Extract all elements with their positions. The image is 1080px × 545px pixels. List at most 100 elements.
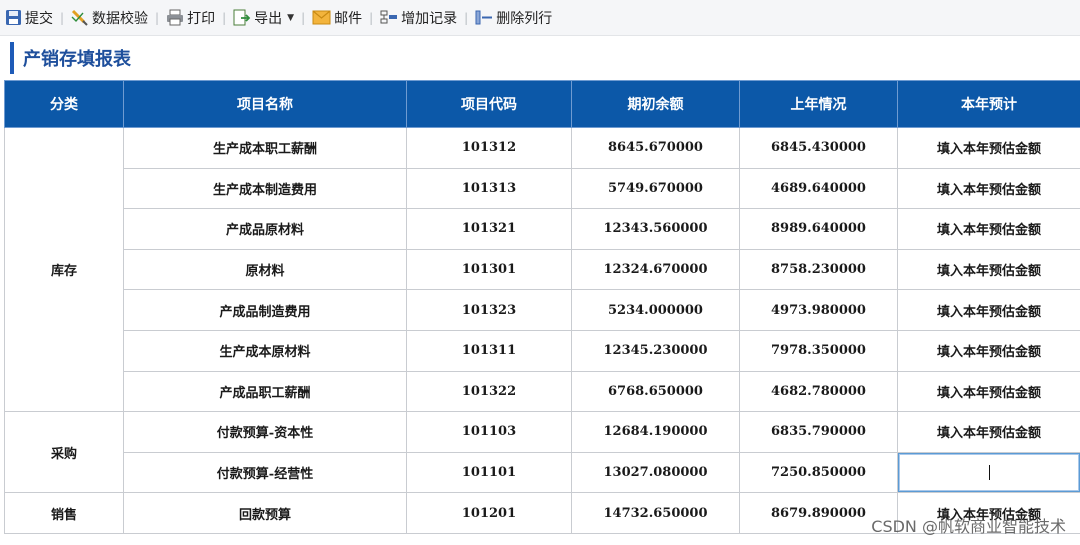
item-code-cell: 101201 <box>406 492 572 534</box>
item-name-cell: 付款预算-经营性 <box>123 451 407 494</box>
estimate-input[interactable]: 填入本年预估金额 <box>897 248 1080 291</box>
validate-button[interactable]: 数据校验 <box>68 5 151 31</box>
item-code-cell: 101103 <box>406 411 572 453</box>
mail-label: 邮件 <box>334 10 363 27</box>
item-code-cell: 101101 <box>406 451 572 494</box>
category-cell: 采购 <box>4 411 124 494</box>
estimate-placeholder: 填入本年预估金额 <box>936 264 1041 280</box>
divider: | <box>155 10 160 25</box>
opening-balance-cell: 5749.670000 <box>571 167 740 210</box>
table-header-row: 分类 项目名称 项目代码 期初余额 上年情况 本年预计 <box>4 80 1080 128</box>
category-cell: 库存 <box>4 126 124 413</box>
header-last-year: 上年情况 <box>739 80 898 128</box>
header-item-code: 项目代码 <box>406 80 572 128</box>
header-opening-balance: 期初余额 <box>571 80 740 128</box>
estimate-input[interactable]: 填入本年预估金额 <box>897 167 1080 210</box>
last-year-cell: 8758.230000 <box>739 248 898 291</box>
item-name-cell: 生产成本职工薪酬 <box>123 127 407 169</box>
opening-balance-cell: 12343.560000 <box>571 208 740 250</box>
estimate-placeholder: 填入本年预估金额 <box>936 345 1041 361</box>
last-year-cell: 4689.640000 <box>739 167 898 210</box>
last-year-cell: 4973.980000 <box>739 289 898 331</box>
last-year-cell: 8989.640000 <box>739 208 898 250</box>
table-row: 产成品职工薪酬 101322 6768.650000 4682.780000 填… <box>5 370 1080 413</box>
estimate-input[interactable]: 填入本年预估金额 <box>897 127 1080 169</box>
chevron-down-icon: ▼ <box>287 12 295 23</box>
mail-icon <box>312 10 331 25</box>
divider: | <box>222 10 227 25</box>
estimate-placeholder: 填入本年预估金额 <box>936 142 1041 158</box>
item-name-cell: 产成品原材料 <box>123 208 407 250</box>
add-record-label: 增加记录 <box>401 10 458 27</box>
export-dropdown[interactable]: 导出 ▼ <box>230 5 297 31</box>
opening-balance-cell: 14732.650000 <box>571 492 740 534</box>
estimate-placeholder: 填入本年预估金额 <box>936 426 1041 442</box>
submit-label: 提交 <box>25 10 53 27</box>
opening-balance-cell: 13027.080000 <box>571 451 740 494</box>
header-item-name: 项目名称 <box>123 80 407 128</box>
item-code-cell: 101313 <box>406 167 572 210</box>
header-category: 分类 <box>4 80 124 128</box>
estimate-input[interactable]: 填入本年预估金额 <box>897 411 1080 453</box>
page-header: 产销存填报表 <box>10 42 131 74</box>
opening-balance-cell: 5234.000000 <box>571 289 740 331</box>
item-code-cell: 101312 <box>406 127 572 169</box>
toolbar: 提交 | 数据校验 | 打印 | 导出 ▼ | 邮件 | 增加记录 | 删除列行 <box>0 0 1080 36</box>
item-code-cell: 101301 <box>406 248 572 291</box>
table-row: 生产成本原材料 101311 12345.230000 7978.350000 … <box>5 329 1080 372</box>
item-name-cell: 生产成本原材料 <box>123 329 407 372</box>
print-button[interactable]: 打印 <box>163 5 218 31</box>
add-record-button[interactable]: 增加记录 <box>377 5 460 31</box>
item-name-cell: 付款预算-资本性 <box>123 411 407 453</box>
last-year-cell: 4682.780000 <box>739 370 898 413</box>
item-name-cell: 回款预算 <box>123 492 407 534</box>
table-row: 生产成本制造费用 101313 5749.670000 4689.640000 … <box>5 167 1080 210</box>
item-code-cell: 101311 <box>406 329 572 372</box>
page-title: 产销存填报表 <box>23 49 131 70</box>
estimate-placeholder: 填入本年预估金额 <box>936 385 1041 401</box>
delete-row-label: 删除列行 <box>496 10 553 27</box>
header-this-year-estimate: 本年预计 <box>897 80 1080 128</box>
divider: | <box>60 10 65 25</box>
estimate-input[interactable]: 填入本年预估金额 <box>897 208 1080 250</box>
opening-balance-cell: 8645.670000 <box>571 127 740 169</box>
estimate-input-active[interactable] <box>897 451 1080 494</box>
add-row-icon <box>380 10 398 24</box>
mail-button[interactable]: 邮件 <box>309 5 365 31</box>
delete-row-icon <box>475 10 493 25</box>
watermark: CSDN @帆软商业智能技术 <box>871 517 1066 536</box>
item-code-cell: 101322 <box>406 370 572 413</box>
divider: | <box>369 10 374 25</box>
category-cell: 销售 <box>4 492 124 534</box>
estimate-input[interactable]: 填入本年预估金额 <box>897 329 1080 372</box>
estimate-placeholder: 填入本年预估金额 <box>936 182 1041 198</box>
table-row: 原材料 101301 12324.670000 8758.230000 填入本年… <box>5 248 1080 291</box>
export-icon <box>233 9 251 26</box>
divider: | <box>301 10 306 25</box>
estimate-placeholder: 填入本年预估金额 <box>936 223 1041 239</box>
opening-balance-cell: 12324.670000 <box>571 248 740 291</box>
divider: | <box>464 10 469 25</box>
table-row: 付款预算-经营性 101101 13027.080000 7250.850000 <box>5 451 1080 494</box>
estimate-input[interactable]: 填入本年预估金额 <box>897 370 1080 413</box>
opening-balance-cell: 12684.190000 <box>571 411 740 453</box>
opening-balance-cell: 12345.230000 <box>571 329 740 372</box>
last-year-cell: 6835.790000 <box>739 411 898 453</box>
table-row: 采购 付款预算-资本性 101103 12684.190000 6835.790… <box>4 411 1080 494</box>
table-row: 产成品制造费用 101323 5234.000000 4973.980000 填… <box>5 289 1080 331</box>
table-row: 产成品原材料 101321 12343.560000 8989.640000 填… <box>5 208 1080 250</box>
item-name-cell: 产成品制造费用 <box>123 289 407 331</box>
item-name-cell: 产成品职工薪酬 <box>123 370 407 413</box>
pencil-check-icon <box>71 9 88 26</box>
item-name-cell: 原材料 <box>123 248 407 291</box>
estimate-input[interactable]: 填入本年预估金额 <box>897 289 1080 331</box>
item-name-cell: 生产成本制造费用 <box>123 167 407 210</box>
item-code-cell: 101323 <box>406 289 572 331</box>
validate-label: 数据校验 <box>92 10 149 27</box>
submit-button[interactable]: 提交 <box>2 5 56 31</box>
estimate-field-focused <box>898 452 1080 493</box>
printer-icon <box>167 9 184 26</box>
report-table: 分类 项目名称 项目代码 期初余额 上年情况 本年预计 库存 生产成本职工薪酬 … <box>4 80 1080 534</box>
print-label: 打印 <box>187 10 216 27</box>
delete-row-button[interactable]: 删除列行 <box>472 5 555 31</box>
